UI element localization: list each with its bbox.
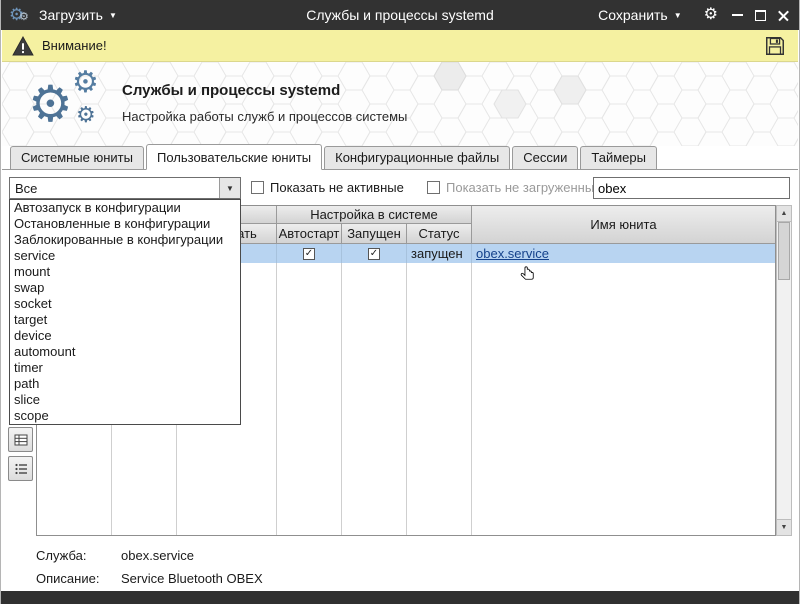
column-header-running[interactable]: Запущен xyxy=(342,224,407,244)
description-value: Service Bluetooth OBEX xyxy=(121,571,263,586)
column-header-autostart[interactable]: Автостарт xyxy=(277,224,342,244)
tab-bar: Системные юниты Пользовательские юниты К… xyxy=(2,146,798,170)
tab-sessions[interactable]: Сессии xyxy=(512,146,578,169)
dropdown-item[interactable]: Остановленные в конфигурации xyxy=(10,216,240,232)
dropdown-item[interactable]: scope xyxy=(10,408,240,424)
warning-text: Внимание! xyxy=(42,38,107,53)
service-value: obex.service xyxy=(121,548,194,563)
detail-description-row: Описание: Service Bluetooth OBEX xyxy=(36,571,263,586)
unit-type-combobox[interactable]: Все ▼ xyxy=(9,177,241,199)
description-label: Описание: xyxy=(36,571,121,586)
tab-timers[interactable]: Таймеры xyxy=(580,146,657,169)
dropdown-item[interactable]: Автозапуск в конфигурации xyxy=(10,200,240,216)
app-logo-gears: ⚙ ⚙ ⚙ xyxy=(28,70,118,140)
dropdown-item[interactable]: service xyxy=(10,248,240,264)
show-inactive-checkbox[interactable]: Показать не активные xyxy=(251,180,404,195)
scrollbar-thumb[interactable] xyxy=(778,222,790,280)
gear-glyph-small: ⚙ xyxy=(19,10,29,24)
dropdown-item[interactable]: path xyxy=(10,376,240,392)
window-bottom-bar xyxy=(1,591,799,604)
dropdown-item[interactable]: device xyxy=(10,328,240,344)
scroll-up-button[interactable]: ▲ xyxy=(777,206,791,222)
autostart-checkbox-checked[interactable]: ✓ xyxy=(303,248,315,260)
checkbox-label: Показать не загруженные xyxy=(446,180,601,195)
row-cell-running: ✓ xyxy=(342,244,407,263)
checkbox-box[interactable] xyxy=(427,181,440,194)
gear-icon: ⚙ xyxy=(72,66,99,100)
warning-bar: Внимание! xyxy=(2,30,798,62)
checkbox-box[interactable] xyxy=(251,181,264,194)
dropdown-item[interactable]: automount xyxy=(10,344,240,360)
combobox-value: Все xyxy=(10,181,219,196)
row-cell-autostart: ✓ xyxy=(277,244,342,263)
gear-icon: ⚙ xyxy=(28,76,73,132)
search-input[interactable] xyxy=(593,177,790,199)
load-menu-button[interactable]: Загрузить ▼ xyxy=(31,3,125,27)
row-cell-status: запущен xyxy=(407,244,472,263)
show-unloaded-checkbox[interactable]: Показать не загруженные xyxy=(427,180,601,195)
running-checkbox-checked[interactable]: ✓ xyxy=(368,248,380,260)
list-view-button[interactable] xyxy=(8,456,33,481)
maximize-button[interactable] xyxy=(755,10,766,21)
module-header: ⚙ ⚙ ⚙ Службы и процессы systemd Настройк… xyxy=(2,62,798,146)
row-cell-unit: obex.service xyxy=(472,244,775,263)
close-button[interactable] xyxy=(778,10,789,21)
arrow-up-icon: ▲ xyxy=(781,210,788,217)
save-menu-label: Сохранить xyxy=(598,7,668,23)
tab-system-units[interactable]: Системные юниты xyxy=(10,146,144,169)
hexagon-pattern xyxy=(2,62,798,146)
titlebar: ⚙ ⚙ Загрузить ▼ Службы и процессы system… xyxy=(1,0,799,30)
table-view-button[interactable] xyxy=(8,427,33,452)
dropdown-item[interactable]: slice xyxy=(10,392,240,408)
save-menu-button[interactable]: Сохранить ▼ xyxy=(590,3,690,27)
page-subtitle: Настройка работы служб и процессов систе… xyxy=(122,109,407,124)
column-header-status[interactable]: Статус xyxy=(407,224,472,244)
gear-icon: ⚙ xyxy=(76,102,96,128)
tab-user-units[interactable]: Пользовательские юниты xyxy=(146,144,322,170)
grid-icon xyxy=(13,432,29,448)
combobox-dropdown-button[interactable]: ▼ xyxy=(219,178,240,198)
app-window: ⚙ ⚙ Загрузить ▼ Службы и процессы system… xyxy=(0,0,800,604)
chevron-down-icon: ▼ xyxy=(226,184,234,193)
dropdown-item[interactable]: mount xyxy=(10,264,240,280)
column-header-unit-name[interactable]: Имя юнита xyxy=(472,206,775,244)
unit-name-link[interactable]: obex.service xyxy=(472,246,549,261)
status-value: запущен xyxy=(407,246,463,261)
app-gears-icon: ⚙ ⚙ xyxy=(9,4,31,26)
detail-service-row: Служба: obex.service xyxy=(36,548,194,563)
dropdown-item[interactable]: Заблокированные в конфигурации xyxy=(10,232,240,248)
page-title: Службы и процессы systemd xyxy=(122,82,340,99)
column-group-system: Настройка в системе xyxy=(277,206,472,224)
dropdown-item[interactable]: socket xyxy=(10,296,240,312)
save-floppy-icon[interactable] xyxy=(764,35,786,57)
tab-config-files[interactable]: Конфигурационные файлы xyxy=(324,146,510,169)
checkbox-label: Показать не активные xyxy=(270,180,404,195)
table-scrollbar[interactable]: ▲ ▼ xyxy=(776,205,792,536)
chevron-down-icon: ▼ xyxy=(109,12,117,20)
list-icon xyxy=(13,461,29,477)
cursor-hand-icon xyxy=(519,265,538,287)
settings-gear-icon[interactable]: ⚙ xyxy=(704,7,718,23)
scroll-down-button[interactable]: ▼ xyxy=(777,519,791,535)
service-label: Служба: xyxy=(36,548,121,563)
minimize-button[interactable] xyxy=(732,14,743,16)
dropdown-item[interactable]: target xyxy=(10,312,240,328)
chevron-down-icon: ▼ xyxy=(674,12,682,20)
unit-type-dropdown-list: Автозапуск в конфигурации Остановленные … xyxy=(9,199,241,425)
load-menu-label: Загрузить xyxy=(39,7,103,23)
arrow-down-icon: ▼ xyxy=(781,524,788,531)
warning-triangle-icon xyxy=(12,36,34,56)
dropdown-item[interactable]: swap xyxy=(10,280,240,296)
dropdown-item[interactable]: timer xyxy=(10,360,240,376)
